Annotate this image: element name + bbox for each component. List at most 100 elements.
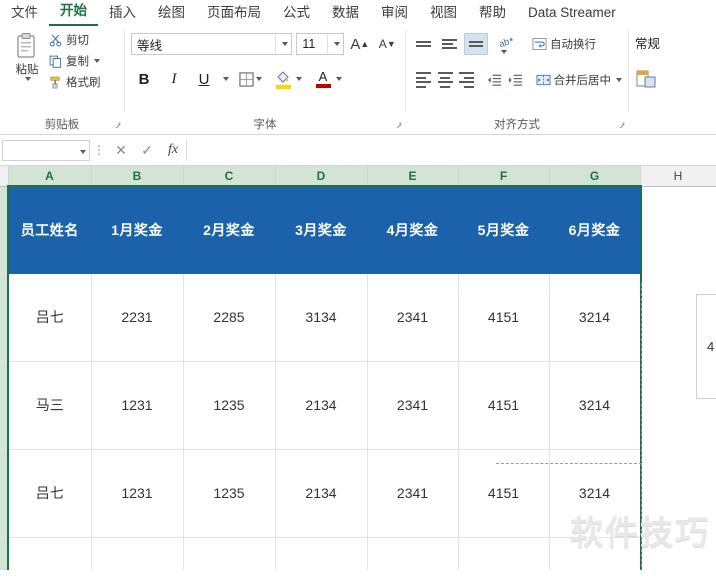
table-header-apr-bonus[interactable]: 4月奖金 xyxy=(367,186,459,274)
cancel-entry-button[interactable]: ✕ xyxy=(108,142,134,159)
cut-button[interactable]: 剪切 xyxy=(48,32,101,48)
fill-color-button[interactable] xyxy=(272,66,302,92)
row-header-4[interactable] xyxy=(0,449,9,538)
cell-h4[interactable] xyxy=(640,449,716,537)
tab-data[interactable]: 数据 xyxy=(321,1,370,26)
decrease-indent-button[interactable] xyxy=(483,69,503,91)
font-dialog-launcher[interactable]: ⭷ xyxy=(396,122,402,131)
cell-b2[interactable]: 2231 xyxy=(91,273,184,362)
font-size-combo[interactable]: 11 xyxy=(296,33,345,55)
chevron-down-icon[interactable] xyxy=(94,59,100,63)
table-header-feb-bonus[interactable]: 2月奖金 xyxy=(183,186,276,274)
font-name-combo[interactable]: 等线 xyxy=(131,33,293,55)
chevron-down-icon[interactable] xyxy=(501,49,507,54)
chevron-down-icon[interactable] xyxy=(327,34,343,54)
chevron-down-icon[interactable] xyxy=(223,77,229,81)
table-header-may-bonus[interactable]: 5月奖金 xyxy=(458,186,550,274)
bold-button[interactable]: B xyxy=(131,66,157,92)
increase-indent-button[interactable] xyxy=(504,69,524,91)
alignment-dialog-launcher[interactable]: ⭷ xyxy=(619,122,625,131)
row-header-3[interactable] xyxy=(0,361,9,450)
chevron-down-icon[interactable] xyxy=(78,143,86,157)
column-header-b[interactable]: B xyxy=(91,166,184,187)
cell-f5[interactable]: 4 xyxy=(458,537,550,570)
formula-input[interactable] xyxy=(186,139,716,161)
tab-page-layout[interactable]: 页面布局 xyxy=(196,1,272,26)
chevron-down-icon[interactable] xyxy=(275,34,291,54)
cell-g4[interactable]: 3214 xyxy=(549,449,641,538)
cell-c3[interactable]: 1235 xyxy=(183,361,276,450)
increase-font-size-button[interactable]: A ▲ xyxy=(348,32,371,56)
chevron-down-icon[interactable] xyxy=(256,77,262,81)
table-header-jun-bonus[interactable]: 6月奖金 xyxy=(549,186,641,274)
chevron-down-icon[interactable] xyxy=(25,77,31,81)
align-bottom-button[interactable] xyxy=(464,33,488,55)
tab-view[interactable]: 视图 xyxy=(419,1,468,26)
cell-e4[interactable]: 2341 xyxy=(367,449,459,538)
insert-function-button[interactable]: fx xyxy=(160,142,186,158)
align-top-button[interactable] xyxy=(412,33,436,55)
number-format-value[interactable]: 常规 xyxy=(635,33,660,52)
chevron-down-icon[interactable] xyxy=(296,77,302,81)
cell-g2[interactable]: 3214 xyxy=(549,273,641,362)
table-header-mar-bonus[interactable]: 3月奖金 xyxy=(275,186,368,274)
cell-d3[interactable]: 2134 xyxy=(275,361,368,450)
tab-help[interactable]: 帮助 xyxy=(468,1,517,26)
wrap-text-button[interactable]: 自动换行 xyxy=(532,36,596,52)
cell-c5[interactable]: 1235 xyxy=(183,537,276,570)
tab-data-streamer[interactable]: Data Streamer xyxy=(517,1,627,26)
row-header-2[interactable] xyxy=(0,273,9,362)
cell-g5[interactable]: 3214 xyxy=(549,537,641,570)
cell-b4[interactable]: 1231 xyxy=(91,449,184,538)
column-header-d[interactable]: D xyxy=(275,166,368,187)
clipboard-dialog-launcher[interactable]: ⭷ xyxy=(115,122,121,131)
underline-button[interactable]: U xyxy=(191,66,217,92)
cell-f4[interactable]: 4151 xyxy=(458,449,550,538)
cell-b3[interactable]: 1231 xyxy=(91,361,184,450)
column-header-h[interactable]: H xyxy=(640,166,716,187)
row-header-1[interactable] xyxy=(0,186,9,274)
decrease-font-size-button[interactable]: A ▼ xyxy=(376,32,399,56)
cell-a2[interactable]: 吕七 xyxy=(8,273,92,362)
format-painter-button[interactable]: 格式刷 xyxy=(48,74,101,90)
cell-d5[interactable]: 2134 xyxy=(275,537,368,570)
tab-insert[interactable]: 插入 xyxy=(98,1,147,26)
paste-button[interactable]: 粘贴 xyxy=(6,28,48,112)
align-left-button[interactable] xyxy=(412,69,432,91)
cell-e2[interactable]: 2341 xyxy=(367,273,459,362)
tab-draw[interactable]: 绘图 xyxy=(147,1,196,26)
cell-c2[interactable]: 2285 xyxy=(183,273,276,362)
cell-f3[interactable]: 4151 xyxy=(458,361,550,450)
confirm-entry-button[interactable]: ✓ xyxy=(134,142,160,159)
column-header-g[interactable]: G xyxy=(549,166,641,187)
column-header-c[interactable]: C xyxy=(183,166,276,187)
text-orientation-button[interactable]: ab xyxy=(496,33,520,55)
merge-center-button[interactable]: 合并后居中 xyxy=(536,72,622,88)
cell-g3[interactable]: 3214 xyxy=(549,361,641,450)
row-header-5[interactable] xyxy=(0,537,9,570)
align-middle-button[interactable] xyxy=(438,33,462,55)
align-right-button[interactable] xyxy=(455,69,475,91)
tab-home[interactable]: 开始 xyxy=(49,0,98,26)
name-box[interactable] xyxy=(2,139,90,161)
cell-b5[interactable]: 1231 xyxy=(91,537,184,570)
select-all-button[interactable] xyxy=(0,166,9,187)
table-header-employee-name[interactable]: 员工姓名 xyxy=(8,186,92,274)
tab-review[interactable]: 审阅 xyxy=(370,1,419,26)
cell-f2[interactable]: 4151 xyxy=(458,273,550,362)
chevron-down-icon[interactable] xyxy=(336,77,342,81)
tab-formulas[interactable]: 公式 xyxy=(272,1,321,26)
font-color-button[interactable]: A xyxy=(312,66,342,92)
borders-button[interactable] xyxy=(239,66,262,92)
cell-a4[interactable]: 吕七 xyxy=(8,449,92,538)
cell-d4[interactable]: 2134 xyxy=(275,449,368,538)
copy-button[interactable]: 复制 xyxy=(48,53,101,69)
cell-h1[interactable] xyxy=(640,186,716,274)
cell-d2[interactable]: 3134 xyxy=(275,273,368,362)
chevron-down-icon[interactable] xyxy=(616,78,622,82)
table-header-jan-bonus[interactable]: 1月奖金 xyxy=(91,186,184,274)
cell-a3[interactable]: 马三 xyxy=(8,361,92,450)
worksheet-grid[interactable]: A B C D E F G H 员工姓名 1月奖金 2月奖金 3月奖金 4月奖金… xyxy=(0,166,716,570)
align-center-button[interactable] xyxy=(434,69,454,91)
tab-file[interactable]: 文件 xyxy=(0,1,49,26)
